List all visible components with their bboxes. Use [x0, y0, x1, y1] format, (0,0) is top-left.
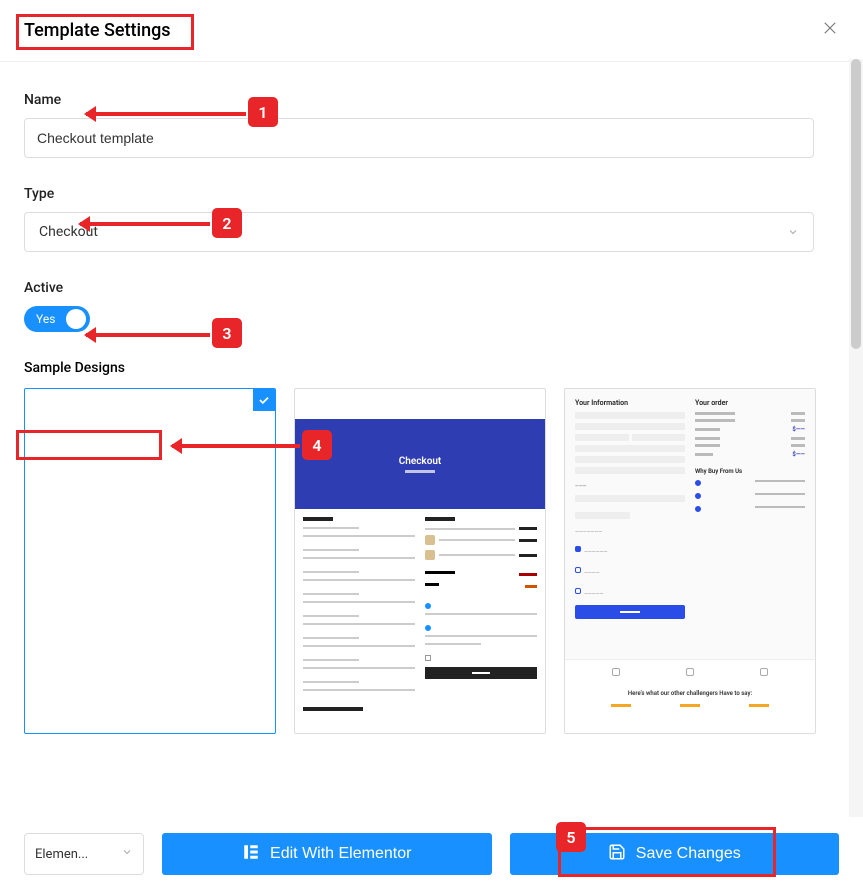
design-card-3[interactable]: Your Information ——— ——————— [564, 388, 816, 734]
vertical-scrollbar[interactable] [849, 59, 863, 817]
check-icon [253, 389, 275, 411]
card2-body [295, 509, 545, 725]
save-icon [608, 843, 626, 866]
design-card-2[interactable]: Checkout [294, 388, 546, 734]
active-toggle[interactable]: Yes [24, 306, 90, 332]
template-settings-modal: Template Settings Name Type Checkout Act… [0, 0, 863, 891]
chevron-down-icon [121, 846, 133, 862]
design-card-1[interactable] [24, 388, 276, 734]
card2-hero-sub [405, 470, 435, 473]
design-grid: Checkout [24, 388, 814, 734]
sample-designs-heading: Sample Designs [24, 360, 814, 376]
edit-with-elementor-button[interactable]: Edit With Elementor [162, 833, 492, 875]
save-changes-button[interactable]: Save Changes [510, 833, 840, 875]
type-field-group: Type Checkout [24, 186, 814, 252]
card3-testimonials: Here's what our other challengers Have t… [565, 684, 815, 713]
toggle-knob [66, 309, 86, 329]
save-button-label: Save Changes [636, 845, 741, 863]
card3-icon-row [565, 659, 815, 684]
active-label: Active [24, 280, 814, 296]
scrollbar-thumb[interactable] [851, 59, 861, 349]
type-select[interactable]: Checkout [24, 212, 814, 252]
type-label: Type [24, 186, 814, 202]
sample-designs-section: Sample Designs Checkout [24, 360, 814, 734]
elementor-icon [242, 843, 260, 866]
active-field-group: Active Yes [24, 280, 814, 332]
modal-body[interactable]: Name Type Checkout Active Yes Sample Des… [0, 62, 863, 817]
card3-body: Your Information ——— ——————— [565, 389, 815, 659]
builder-select-value: Elemen... [35, 847, 88, 862]
name-field-group: Name [24, 92, 814, 158]
builder-select[interactable]: Elemen... [24, 833, 144, 875]
card2-hero: Checkout [295, 419, 545, 509]
modal-header: Template Settings [0, 0, 863, 62]
active-toggle-label: Yes [36, 312, 55, 326]
card2-hero-title: Checkout [399, 456, 442, 467]
close-icon[interactable] [821, 18, 839, 43]
modal-title: Template Settings [24, 20, 171, 41]
name-input[interactable] [24, 118, 814, 158]
edit-button-label: Edit With Elementor [270, 845, 411, 863]
card3-left-heading: Your Information [575, 399, 685, 407]
name-label: Name [24, 92, 814, 108]
chevron-down-icon [787, 226, 799, 238]
modal-footer: Elemen... Edit With Elementor Save Chang… [0, 817, 863, 891]
card3-right-heading: Your order [695, 399, 805, 407]
type-select-value: Checkout [39, 224, 98, 240]
